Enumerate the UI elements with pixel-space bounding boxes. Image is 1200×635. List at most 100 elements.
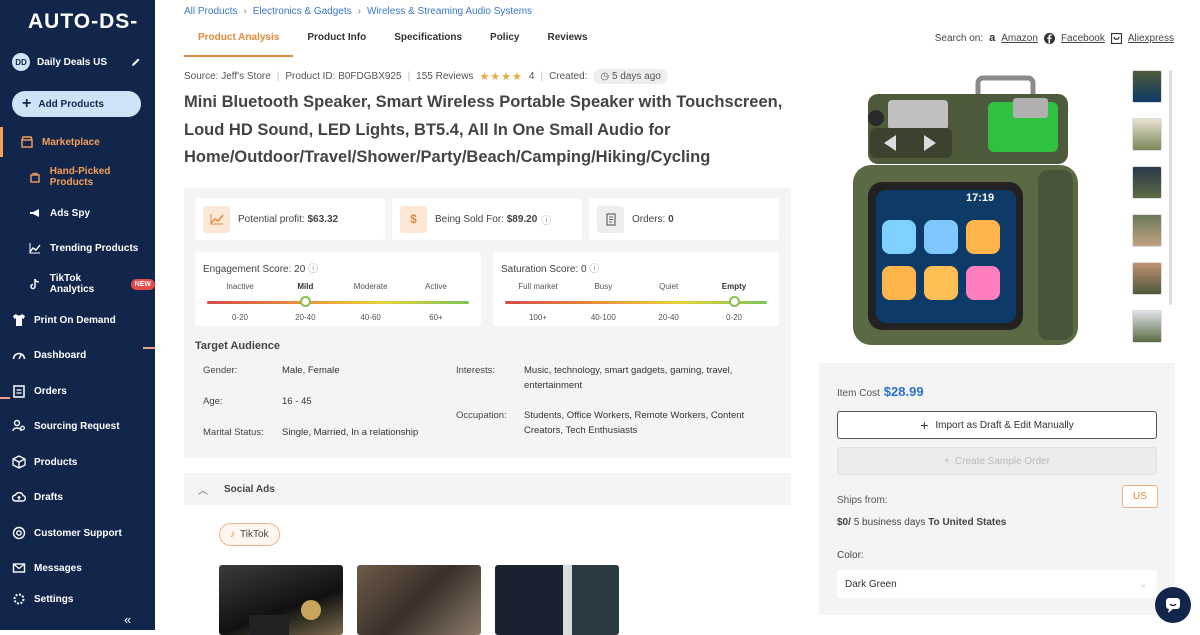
sidebar-item-label: TikTok Analytics bbox=[49, 273, 95, 295]
sidebar-item-orders[interactable]: Orders bbox=[0, 380, 155, 402]
ships-from-country-button[interactable]: US bbox=[1122, 485, 1158, 508]
sidebar-item-customer-support[interactable]: Customer Support bbox=[0, 522, 155, 544]
created-badge: ◷ 5 days ago bbox=[593, 69, 668, 84]
tab-product-analysis[interactable]: Product Analysis bbox=[184, 30, 294, 57]
tab-reviews[interactable]: Reviews bbox=[534, 30, 602, 57]
engagement-range: 20-40 bbox=[295, 313, 316, 322]
clock-icon: ◷ bbox=[600, 71, 610, 82]
import-draft-button[interactable]: + Import as Draft & Edit Manually bbox=[837, 411, 1157, 439]
ad-video-thumbnail[interactable] bbox=[495, 565, 619, 635]
engagement-level: Inactive bbox=[226, 282, 254, 291]
clipboard-icon bbox=[12, 384, 26, 398]
tiktok-filter-chip[interactable]: ♪ TikTok bbox=[219, 523, 280, 546]
age-label: Age: bbox=[203, 396, 223, 407]
shipping-days: 5 business days bbox=[853, 517, 926, 528]
tab-policy[interactable]: Policy bbox=[476, 30, 533, 57]
new-badge: NEW bbox=[130, 278, 155, 290]
gauge-icon bbox=[12, 348, 26, 362]
interests-label: Interests: bbox=[456, 365, 496, 376]
sidebar-item-label: Products bbox=[34, 456, 78, 468]
person-search-icon bbox=[12, 419, 26, 433]
saturation-bar bbox=[505, 296, 767, 307]
ad-video-thumbnail[interactable] bbox=[357, 565, 481, 635]
sidebar-item-settings[interactable]: Settings bbox=[0, 593, 155, 605]
thumbnail[interactable] bbox=[1132, 118, 1162, 151]
tab-specifications[interactable]: Specifications bbox=[380, 30, 476, 57]
color-select-value: Dark Green bbox=[845, 578, 897, 590]
thumbnail[interactable] bbox=[1132, 310, 1162, 343]
create-sample-order-button[interactable]: + Create Sample Order bbox=[837, 447, 1157, 475]
sidebar-item-trending[interactable]: Trending Products bbox=[0, 237, 155, 259]
autods-logo[interactable]: AUTO-DS- bbox=[28, 10, 138, 34]
bag-icon bbox=[28, 170, 42, 184]
sidebar-item-dashboard[interactable]: Dashboard bbox=[0, 344, 155, 366]
box-icon bbox=[12, 455, 26, 469]
saturation-title: Saturation Score: 0 bbox=[501, 264, 587, 275]
color-select[interactable]: Dark Green ⌄ bbox=[837, 570, 1157, 598]
breadcrumb-link[interactable]: Electronics & Gadgets bbox=[253, 6, 352, 17]
saturation-range: 40-100 bbox=[590, 313, 616, 322]
amazon-icon: a bbox=[989, 32, 996, 44]
pencil-icon[interactable] bbox=[130, 56, 142, 68]
facebook-link[interactable]: Facebook bbox=[1061, 33, 1105, 44]
sidebar-item-products[interactable]: Products bbox=[0, 451, 155, 473]
tab-product-info[interactable]: Product Info bbox=[293, 30, 380, 57]
age-value: 16 - 45 bbox=[282, 396, 312, 407]
info-icon[interactable]: ⓘ bbox=[308, 264, 318, 275]
sidebar-item-hand-picked[interactable]: Hand-Picked Products bbox=[0, 166, 155, 188]
engagement-level: Moderate bbox=[353, 282, 388, 291]
saturation-level: Busy bbox=[594, 282, 613, 291]
plus-icon: + bbox=[920, 417, 929, 433]
sidebar-item-drafts[interactable]: Drafts bbox=[0, 486, 155, 508]
info-icon[interactable]: ⓘ bbox=[589, 264, 599, 275]
orders-value: 0 bbox=[668, 213, 674, 225]
sidebar-item-ads-spy[interactable]: Ads Spy bbox=[0, 202, 155, 224]
shipping-destination: To United States bbox=[928, 517, 1007, 528]
sidebar-item-tiktok-analytics[interactable]: TikTok Analytics NEW bbox=[0, 273, 155, 295]
source-text: Source: Jeff's Store bbox=[184, 71, 271, 82]
breadcrumb-link[interactable]: Wireless & Streaming Audio Systems bbox=[367, 6, 532, 17]
breadcrumb-link[interactable]: All Products bbox=[184, 6, 237, 17]
shipping-info: $0/ 5 business days To United States bbox=[837, 517, 1006, 528]
ad-video-thumbnail[interactable] bbox=[219, 565, 343, 635]
color-label: Color: bbox=[837, 550, 864, 561]
sidebar-item-messages[interactable]: Messages bbox=[0, 557, 155, 579]
reviews-count[interactable]: 155 Reviews bbox=[416, 71, 473, 82]
thumbnail[interactable] bbox=[1132, 262, 1162, 295]
thumbnail-scrollbar[interactable] bbox=[1169, 70, 1172, 305]
social-ads-title: Social Ads bbox=[224, 483, 275, 495]
plus-icon: + bbox=[22, 95, 32, 112]
sidebar-item-label: Settings bbox=[34, 593, 74, 605]
aliexpress-link[interactable]: Aliexpress bbox=[1128, 33, 1174, 44]
marital-label: Marital Status: bbox=[203, 427, 264, 438]
trend-icon bbox=[28, 241, 42, 255]
engagement-score-card: Engagement Score: 20 ⓘ Inactive Mild Mod… bbox=[195, 252, 481, 326]
store-selector[interactable]: DD Daily Deals US bbox=[12, 52, 142, 72]
store-name: Daily Deals US bbox=[37, 56, 108, 68]
product-image[interactable]: 17:19 bbox=[848, 70, 1110, 352]
chevron-up-icon[interactable]: ︿ bbox=[198, 482, 208, 497]
sidebar-item-marketplace[interactable]: Marketplace bbox=[0, 131, 155, 153]
sidebar-item-label: Orders bbox=[34, 385, 67, 397]
amazon-link[interactable]: Amazon bbox=[1001, 33, 1038, 44]
collapse-sidebar-icon[interactable]: « bbox=[124, 612, 131, 627]
saturation-level: Quiet bbox=[659, 282, 679, 291]
breadcrumb: All Products › Electronics & Gadgets › W… bbox=[184, 6, 532, 17]
thumbnail[interactable] bbox=[1132, 214, 1162, 247]
target-audience-title: Target Audience bbox=[195, 340, 280, 352]
sidebar-item-print-on-demand[interactable]: Print On Demand bbox=[0, 309, 155, 331]
profit-value: $63.32 bbox=[307, 213, 339, 225]
product-meta: Source: Jeff's Store | Product ID: B0FDG… bbox=[184, 69, 668, 84]
saturation-knob bbox=[728, 296, 740, 307]
saturation-level: Full market bbox=[518, 282, 558, 291]
chat-support-button[interactable] bbox=[1155, 587, 1191, 623]
add-products-button[interactable]: + Add Products bbox=[12, 91, 141, 117]
engagement-bar bbox=[207, 296, 469, 307]
sidebar-item-sourcing-request[interactable]: Sourcing Request bbox=[0, 415, 155, 437]
thumbnail[interactable] bbox=[1132, 166, 1162, 199]
info-icon[interactable]: ⓘ bbox=[541, 212, 551, 227]
divider: | bbox=[407, 71, 411, 82]
social-ads-header[interactable]: ︿ Social Ads bbox=[184, 473, 791, 505]
engagement-knob bbox=[299, 296, 311, 307]
thumbnail[interactable] bbox=[1132, 70, 1162, 103]
